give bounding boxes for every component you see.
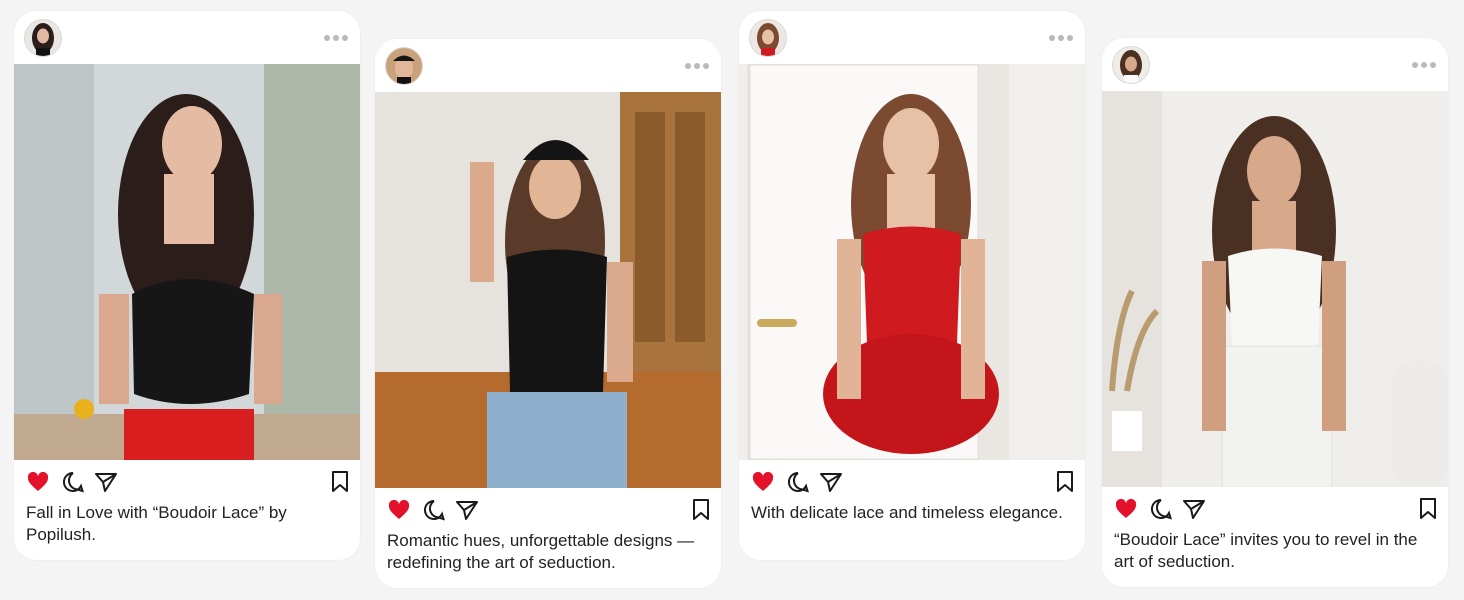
heart-icon[interactable]: [751, 470, 775, 494]
post-header: [739, 11, 1085, 64]
more-options-icon[interactable]: [685, 63, 709, 69]
post-card-4: “Boudoir Lace” invites you to revel in t…: [1102, 38, 1448, 587]
post-actions: [739, 460, 1085, 504]
send-icon[interactable]: [455, 498, 479, 522]
avatar[interactable]: [1112, 46, 1150, 84]
heart-icon[interactable]: [1114, 497, 1138, 521]
bookmark-icon[interactable]: [1055, 470, 1075, 494]
post-card-1: Fall in Love with “Boudoir Lace” by Popi…: [14, 11, 360, 560]
more-options-icon[interactable]: [1412, 62, 1436, 68]
post-actions: [14, 460, 360, 504]
heart-icon[interactable]: [26, 470, 50, 494]
post-photo: [375, 92, 721, 488]
avatar[interactable]: [24, 19, 62, 57]
post-photo: [14, 64, 360, 460]
comment-icon[interactable]: [61, 470, 85, 494]
post-header: [1102, 38, 1448, 91]
comment-icon[interactable]: [1149, 497, 1173, 521]
post-card-3: With delicate lace and timeless elegance…: [739, 11, 1085, 560]
more-options-icon[interactable]: [1049, 35, 1073, 41]
heart-icon[interactable]: [387, 498, 411, 522]
avatar[interactable]: [385, 47, 423, 85]
post-header: [375, 39, 721, 92]
more-options-icon[interactable]: [324, 35, 348, 41]
avatar[interactable]: [749, 19, 787, 57]
send-icon[interactable]: [94, 470, 118, 494]
comment-icon[interactable]: [422, 498, 446, 522]
bookmark-icon[interactable]: [691, 498, 711, 522]
bookmark-icon[interactable]: [330, 470, 350, 494]
post-actions: [1102, 487, 1448, 531]
post-caption: “Boudoir Lace” invites you to revel in t…: [1114, 530, 1418, 571]
send-icon[interactable]: [819, 470, 843, 494]
send-icon[interactable]: [1182, 497, 1206, 521]
post-photo: [739, 64, 1085, 460]
post-card-2: Romantic hues, unforgettable designs — r…: [375, 39, 721, 588]
bookmark-icon[interactable]: [1418, 497, 1438, 521]
post-actions: [375, 488, 721, 532]
post-caption: With delicate lace and timeless elegance…: [751, 503, 1063, 522]
post-caption: Fall in Love with “Boudoir Lace” by Popi…: [26, 503, 287, 544]
comment-icon[interactable]: [786, 470, 810, 494]
post-header: [14, 11, 360, 64]
post-photo: [1102, 91, 1448, 487]
post-caption: Romantic hues, unforgettable designs — r…: [387, 531, 695, 572]
